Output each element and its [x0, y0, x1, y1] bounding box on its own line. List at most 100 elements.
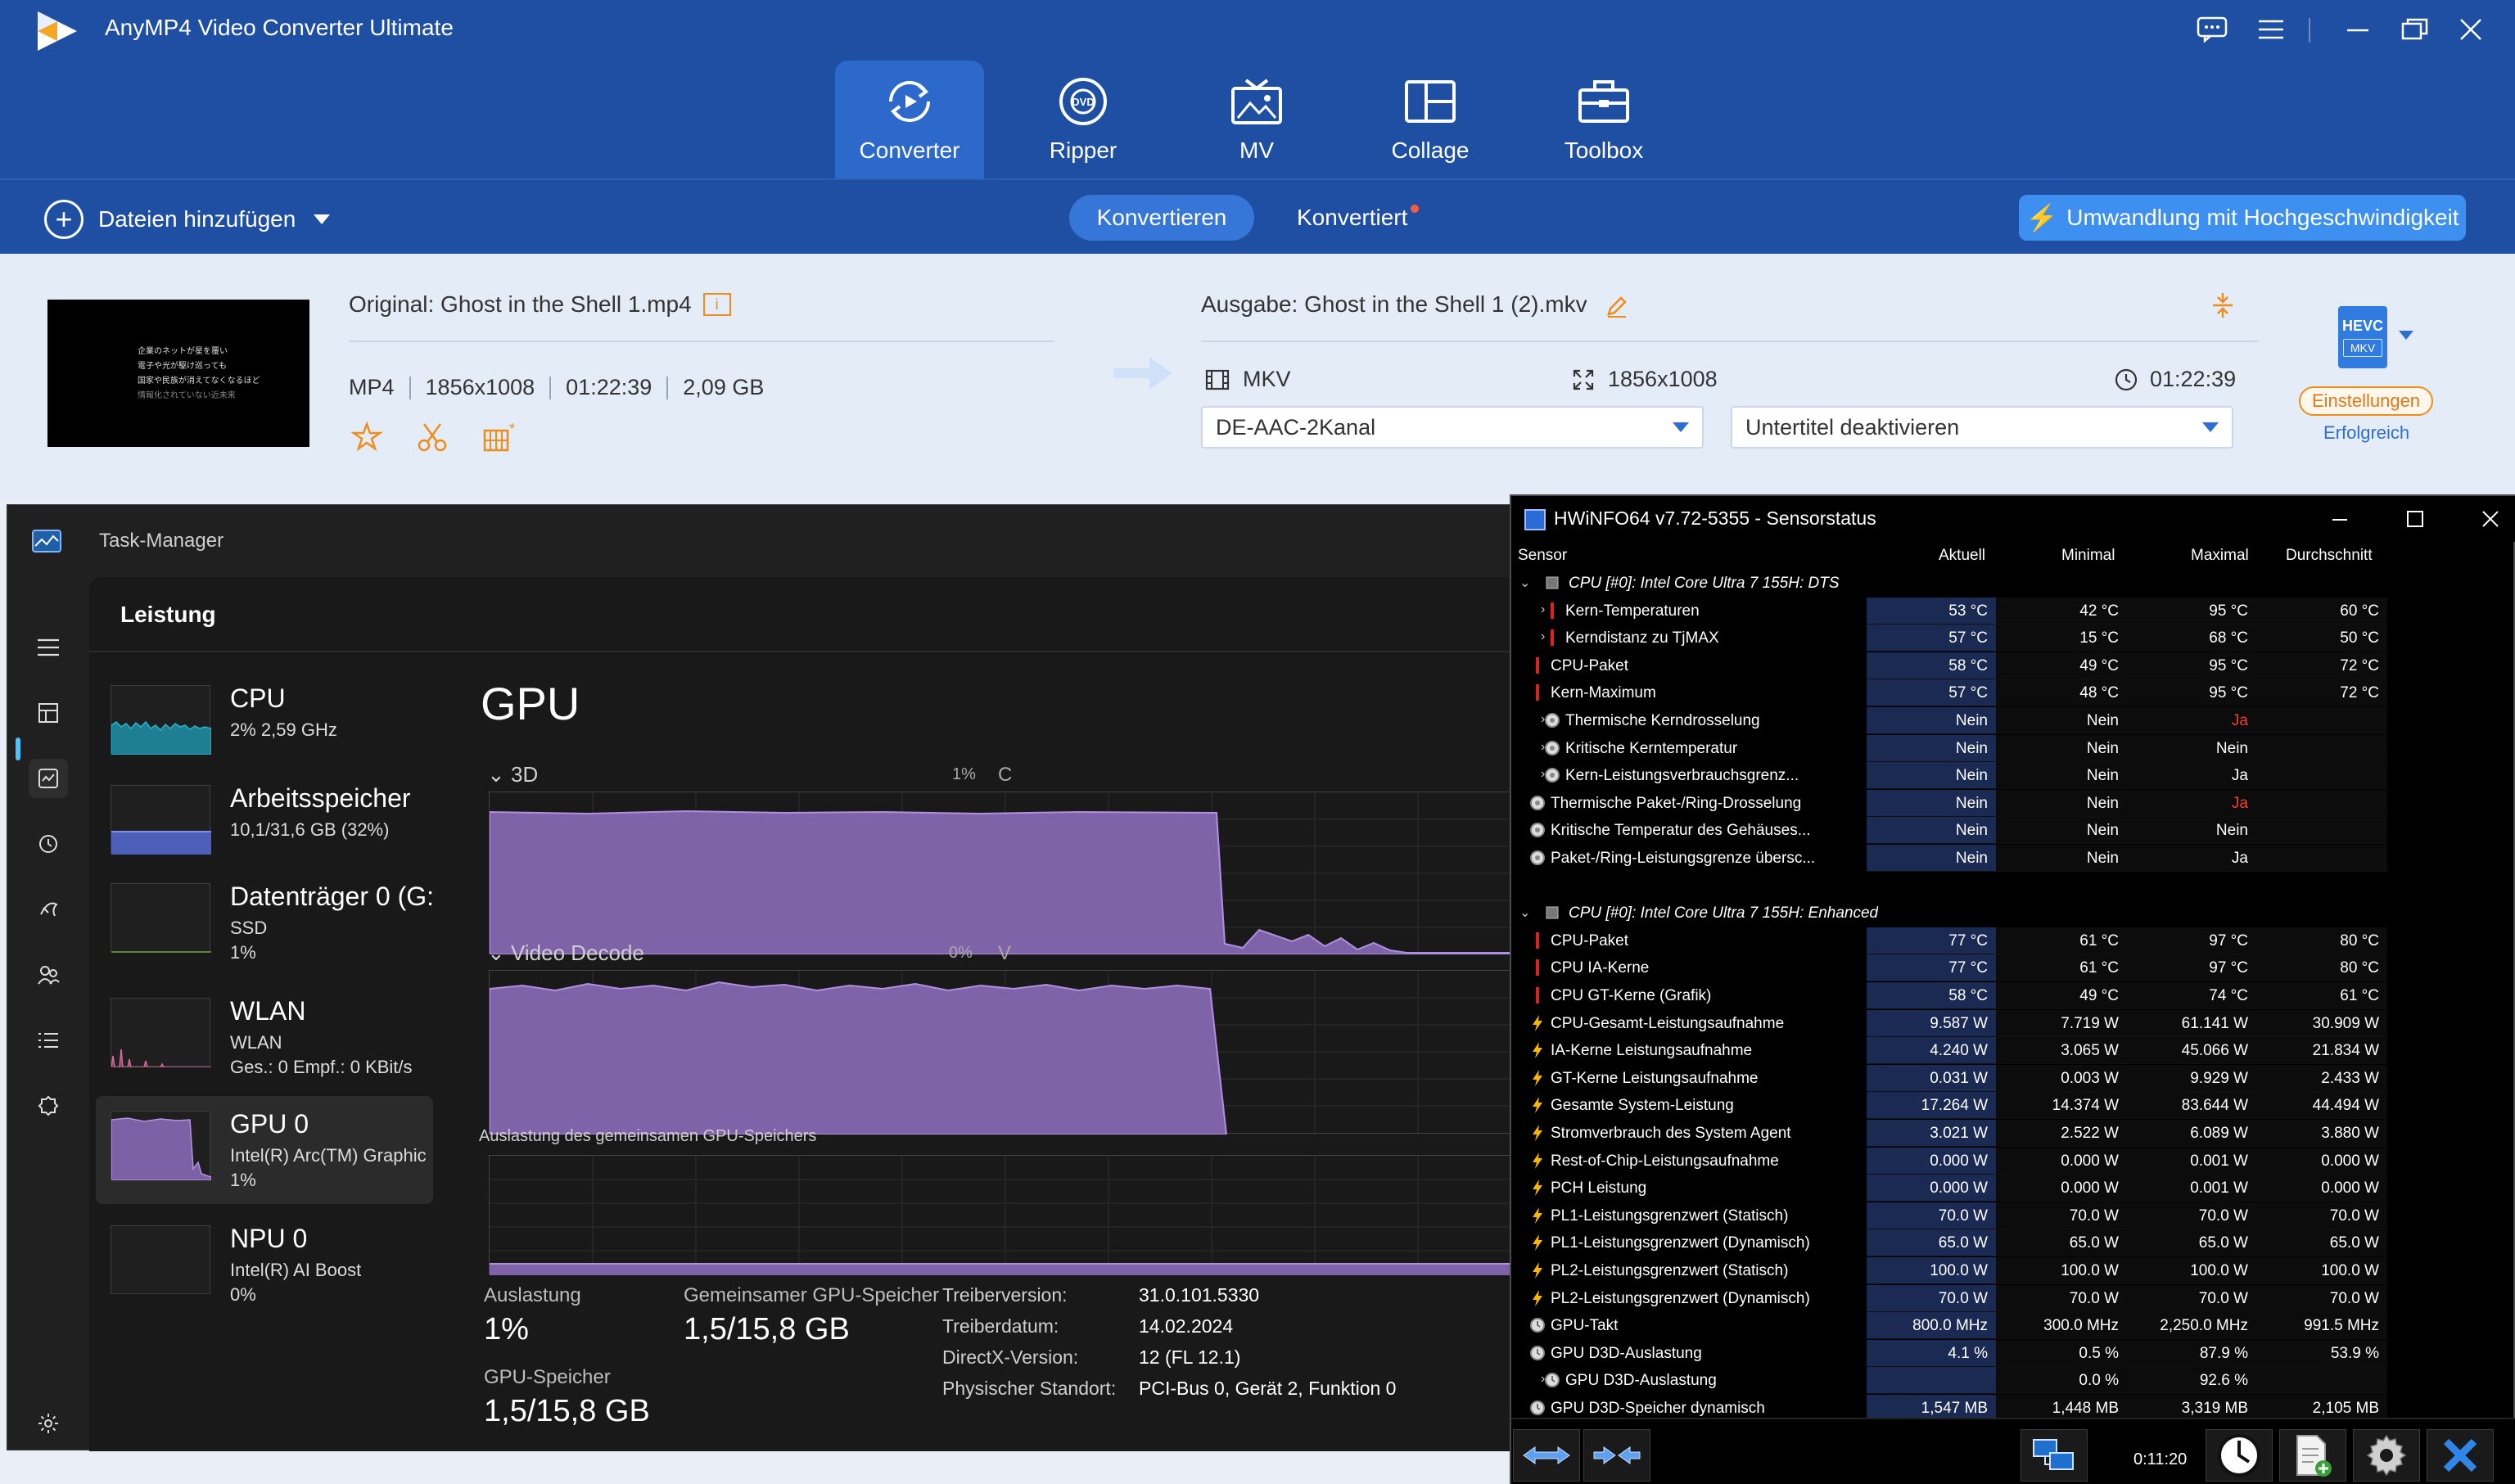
sensor-row[interactable]: PL1-Leistungsgrenzwert (Dynamisch) 65.0 W… — [1511, 1229, 2486, 1257]
clock-reset-button[interactable] — [2206, 1429, 2273, 1482]
hwinfo-footer: 0:11:20 — [1511, 1418, 2515, 1484]
sensor-row[interactable]: CPU-Gesamt-Leistungsaufnahme 9.587 W 7.719… — [1511, 1009, 2486, 1037]
driver-date-label: Treiberdatum: — [942, 1315, 1059, 1337]
sensor-row[interactable]: › Kerndistanz zu TjMAX 57 °C 15 °C 68 °C 50 °… — [1511, 625, 2486, 652]
avg-value — [2256, 1367, 2387, 1395]
device-card-cpu[interactable]: CPU 2% 2,59 GHz — [96, 670, 433, 778]
scissors-icon[interactable] — [416, 421, 449, 453]
tab-mv[interactable]: MV — [1182, 61, 1331, 178]
tab-label: Toolbox — [1564, 138, 1644, 163]
column-header-max[interactable]: Maximal — [2191, 547, 2249, 565]
maximize-icon[interactable] — [2391, 503, 2440, 535]
sensor-row[interactable]: Rest-of-Chip-Leistungsaufnahme 0.000 W 0.0… — [1511, 1147, 2486, 1175]
sensor-row[interactable]: CPU IA-Kerne 77 °C 61 °C 97 °C 80 °C — [1511, 954, 2486, 982]
sensor-row[interactable]: › Thermische Kerndrosselung Nein Nein Ja — [1511, 707, 2486, 734]
original-filename-text: Original: Ghost in the Shell 1.mp4 — [349, 291, 692, 317]
column-header-avg[interactable]: Durchschnitt — [2286, 547, 2373, 565]
sensor-row[interactable]: › GPU D3D-Auslastung 0.0 % 92.6 % — [1511, 1367, 2486, 1395]
collapse-columns-button[interactable] — [1583, 1429, 1650, 1482]
sensor-row[interactable]: CPU-Paket 58 °C 49 °C 95 °C 72 °C — [1511, 652, 2486, 679]
info-icon[interactable]: i — [702, 293, 731, 316]
performance-icon[interactable] — [29, 759, 68, 798]
history-icon[interactable] — [29, 824, 68, 864]
sensor-row[interactable]: › Kern-Leistungsverbrauchsgrenz... Nein Nei… — [1511, 762, 2486, 790]
turbo-convert-button[interactable]: ⚡ Umwandlung mit Hochgeschwindigkeit — [2019, 195, 2466, 241]
sensor-row[interactable]: › Kern-Temperaturen 53 °C 42 °C 95 °C 60 °C — [1511, 597, 2486, 625]
sensor-row[interactable]: GT-Kerne Leistungsaufnahme 0.031 W 0.003 W… — [1511, 1064, 2486, 1092]
sensor-row[interactable]: PL2-Leistungsgrenzwert (Dynamisch) 70.0 W… — [1511, 1284, 2486, 1312]
hamburger-icon[interactable] — [29, 628, 68, 667]
device-card-gpu[interactable]: GPU 0 Intel(R) Arc(TM) Graphic 1% — [96, 1096, 433, 1204]
column-header-min[interactable]: Minimal — [2061, 547, 2115, 565]
close-icon[interactable] — [2451, 11, 2490, 47]
logging-button[interactable] — [2279, 1429, 2346, 1482]
sensor-row[interactable]: Thermische Paket-/Ring-Drosselung Nein Nei… — [1511, 789, 2486, 817]
tab-ripper[interactable]: DVD Ripper — [1009, 61, 1158, 178]
processes-icon[interactable] — [29, 693, 68, 733]
sensor-row[interactable]: PL1-Leistungsgrenzwert (Statisch) 70.0 W7… — [1511, 1202, 2486, 1229]
chevron-down-icon[interactable]: ⌄ — [1519, 904, 1536, 921]
settings-gear-icon[interactable] — [29, 1404, 68, 1443]
add-files-button[interactable]: + Dateien hinzufügen — [44, 200, 331, 239]
column-header-current[interactable]: Aktuell — [1939, 547, 1985, 565]
device-card-disk[interactable]: Datenträger 0 (G: SSD 1% — [96, 868, 434, 977]
audio-track-select[interactable]: DE-AAC-2Kanal — [1201, 406, 1704, 449]
minimize-icon[interactable] — [2315, 503, 2364, 535]
network-button[interactable] — [2021, 1429, 2088, 1482]
engine-selector-video-decode[interactable]: ⌄ Video Decode — [487, 940, 644, 966]
details-icon[interactable] — [29, 1021, 68, 1060]
sensor-group-row[interactable]: ⌄ CPU [#0]: Intel Core Ultra 7 155H: Enha… — [1511, 900, 2486, 927]
output-format-badge[interactable]: HEVC MKV — [2338, 306, 2387, 368]
chevron-down-icon[interactable] — [2399, 331, 2413, 340]
chevron-down-icon[interactable] — [314, 214, 331, 224]
sensor-row[interactable]: Kritische Temperatur des Gehäuses... Nein… — [1511, 817, 2486, 845]
settings-button[interactable]: Einstellungen — [2299, 386, 2433, 416]
tab-convert[interactable]: Konvertieren — [1069, 195, 1254, 241]
settings-button[interactable] — [2353, 1429, 2420, 1482]
tab-collage[interactable]: Collage — [1356, 61, 1505, 178]
sensor-group-row[interactable]: ⌄ CPU [#0]: Intel Core Ultra 7 155H: DTS — [1511, 570, 2486, 597]
tab-converted[interactable]: Konvertiert — [1297, 195, 1420, 241]
sensor-row[interactable]: PCH Leistung 0.000 W 0.000 W 0.001 W 0.000 W — [1511, 1175, 2486, 1202]
sensor-row[interactable]: CPU-Paket 77 °C 61 °C 97 °C 80 °C — [1511, 927, 2486, 954]
column-header-sensor[interactable]: Sensor — [1518, 547, 1567, 565]
sensor-name: Thermische Paket-/Ring-Drosselung — [1551, 794, 1802, 812]
sensor-row[interactable]: GPU-Takt 800.0 MHz 300.0 MHz 2,250.0 MHz 991… — [1511, 1312, 2486, 1340]
compress-icon[interactable] — [2210, 291, 2235, 319]
sensor-row[interactable]: Stromverbrauch des System Agent 3.021 W 2.… — [1511, 1120, 2486, 1147]
device-detail: SSD — [230, 918, 268, 938]
sensor-row[interactable]: Paket-/Ring-Leistungsgrenze übersc... Nei… — [1511, 845, 2486, 872]
sensor-row[interactable]: IA-Kerne Leistungsaufnahme 4.240 W 3.065 W… — [1511, 1037, 2486, 1065]
tab-label: Ripper — [1049, 138, 1118, 163]
sensor-row[interactable]: › Kritische Kerntemperatur Nein Nein Nein — [1511, 734, 2486, 762]
maximize-icon[interactable] — [2395, 11, 2435, 47]
tab-converter[interactable]: Converter — [835, 61, 984, 178]
device-card-memory[interactable]: Arbeitsspeicher 10,1/31,6 GB (32%) — [96, 770, 433, 878]
close-sensors-button[interactable] — [2427, 1429, 2494, 1482]
startup-apps-icon[interactable] — [29, 890, 68, 929]
sensor-row[interactable]: Kern-Maximum 57 °C 48 °C 95 °C 72 °C — [1511, 679, 2486, 707]
chevron-down-icon[interactable]: ⌄ — [1519, 575, 1536, 591]
engine-selector-3d[interactable]: ⌄ 3D — [487, 762, 538, 787]
sensor-row[interactable]: GPU D3D-Auslastung 4.1 % 0.5 % 87.9 % 53.9 % — [1511, 1339, 2486, 1367]
tab-toolbox[interactable]: Toolbox — [1529, 61, 1678, 178]
services-icon[interactable] — [29, 1086, 68, 1125]
scrollbar[interactable] — [2486, 570, 2513, 1421]
sensor-row[interactable]: PL2-Leistungsgrenzwert (Statisch) 100.0 W… — [1511, 1257, 2486, 1284]
device-card-wlan[interactable]: WLAN WLAN Ges.: 0 Empf.: 0 KBit/s — [96, 983, 433, 1091]
effects-star-icon[interactable] — [350, 421, 383, 453]
sensor-row[interactable]: CPU GT-Kerne (Grafik) 58 °C 49 °C 74 °C 61 °… — [1511, 982, 2486, 1009]
minimize-icon[interactable] — [2338, 11, 2377, 47]
feedback-icon[interactable] — [2192, 11, 2232, 47]
users-icon[interactable] — [29, 955, 68, 995]
edit-pencil-icon[interactable] — [1605, 294, 1629, 318]
sensor-row[interactable]: Gesamte System-Leistung 17.264 W 14.374 W8… — [1511, 1092, 2486, 1120]
subtitle-select[interactable]: Untertitel deaktivieren — [1731, 406, 2233, 449]
enhance-icon[interactable]: * — [481, 421, 519, 453]
performance-pane: Leistung CPU 2% 2,59 GHz Arbeitsspeicher… — [89, 577, 1521, 1451]
device-card-npu[interactable]: NPU 0 Intel(R) AI Boost 0% — [96, 1211, 433, 1319]
expand-columns-button[interactable] — [1513, 1429, 1580, 1482]
min-value: Nein — [1996, 845, 2127, 872]
close-icon[interactable] — [2466, 503, 2515, 535]
menu-icon[interactable] — [2251, 11, 2291, 47]
